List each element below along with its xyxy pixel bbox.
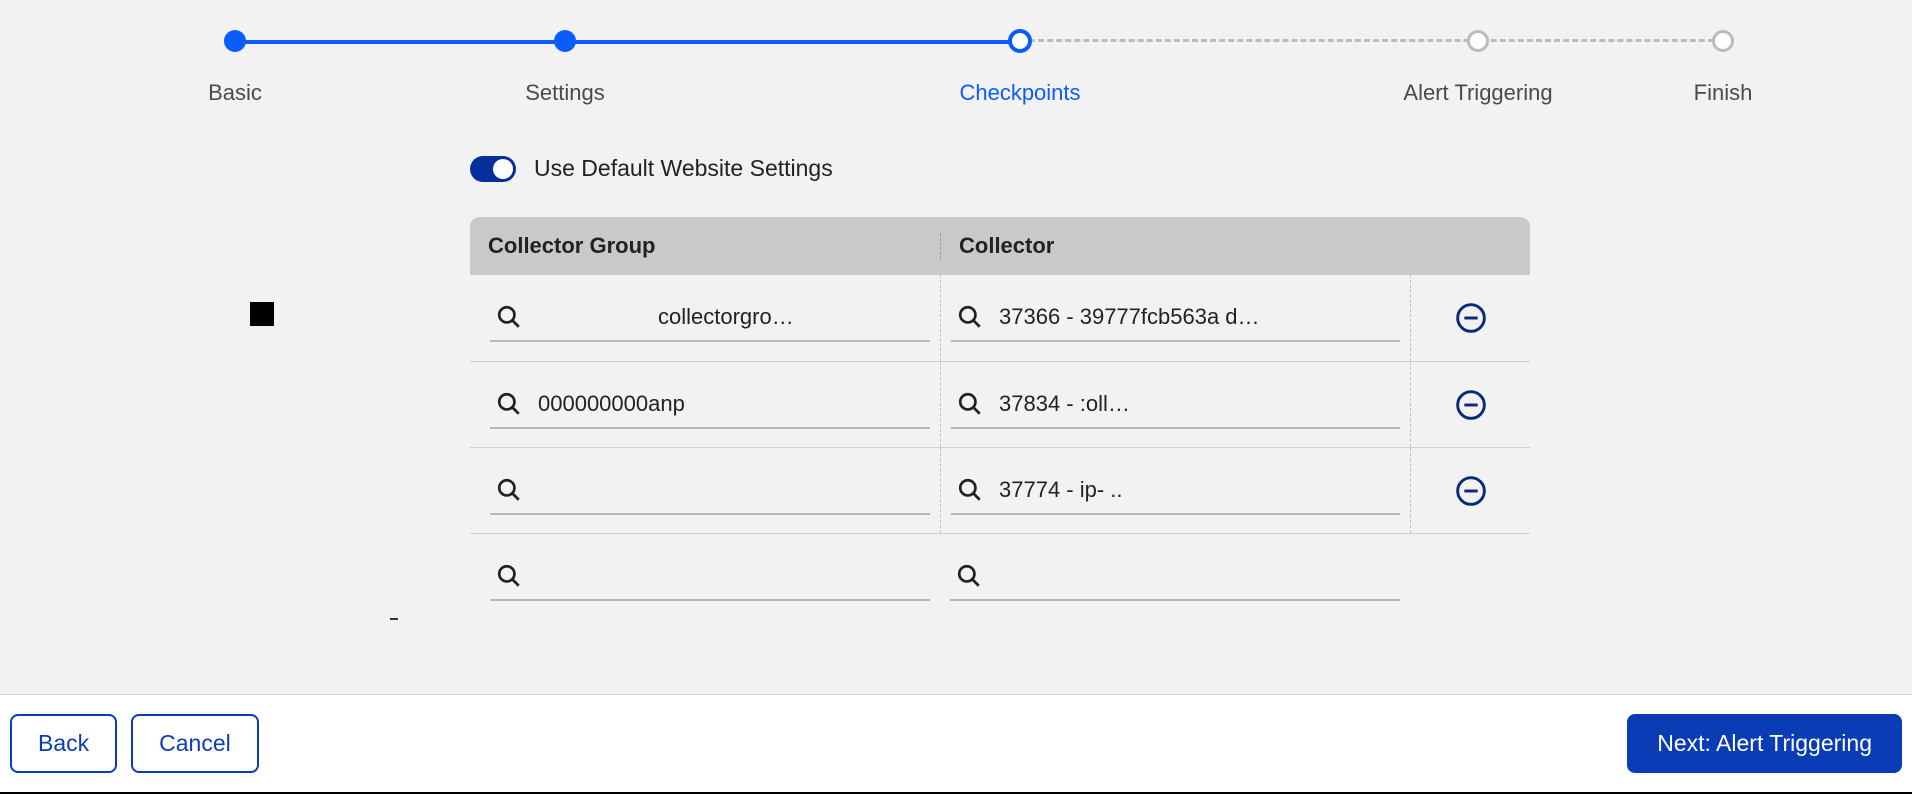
search-icon [496, 391, 522, 417]
step-label-basic: Basic [208, 80, 262, 106]
remove-row-button[interactable] [1455, 475, 1487, 507]
toggle-label: Use Default Website Settings [534, 155, 833, 182]
collector-input[interactable]: 37774 - ip- .. [951, 467, 1400, 515]
toggle-row: Use Default Website Settings [470, 155, 1530, 182]
stepper-labels: Basic Settings Checkpoints Alert Trigger… [0, 80, 1912, 110]
cell-action [1410, 275, 1530, 361]
remove-row-button[interactable] [1455, 389, 1487, 421]
table-row [470, 533, 1530, 619]
header-collector: Collector [940, 233, 1410, 259]
step-label-checkpoints: Checkpoints [959, 80, 1080, 106]
cell-group: 000000000anp [470, 362, 940, 447]
group-input[interactable]: 000000000anp [490, 381, 930, 429]
stepper-line-pending [1020, 39, 1723, 42]
group-value: collectorgro… [538, 304, 924, 330]
collector-value: 37774 - ip- .. [999, 477, 1394, 503]
step-circle-checkpoints[interactable] [1008, 29, 1032, 53]
remove-row-button[interactable] [1455, 302, 1487, 334]
collector-input[interactable]: 37834 - :oll… [951, 381, 1400, 429]
table-row: 000000000anp 37834 - :oll… [470, 361, 1530, 447]
group-input[interactable] [490, 467, 930, 515]
step-label-settings: Settings [525, 80, 605, 106]
cell-action [1410, 448, 1530, 533]
marker-dash [390, 618, 398, 620]
group-input[interactable]: collectorgro… [490, 294, 930, 342]
cell-group [470, 534, 940, 619]
cell-group: collectorgro… [470, 275, 940, 361]
search-icon [957, 477, 983, 503]
header-collector-group: Collector Group [470, 233, 940, 259]
cell-group [470, 448, 940, 533]
step-circle-basic[interactable] [224, 30, 246, 52]
stepper-line-done [235, 40, 1020, 44]
default-settings-toggle[interactable] [470, 156, 516, 182]
collector-input[interactable]: 37366 - 39777fcb563a d… [951, 294, 1400, 342]
collector-value: 37366 - 39777fcb563a d… [999, 304, 1394, 330]
table-row: 37774 - ip- .. [470, 447, 1530, 533]
cell-collector: 37834 - :oll… [940, 362, 1410, 447]
cell-collector: 37774 - ip- .. [940, 448, 1410, 533]
next-button[interactable]: Next: Alert Triggering [1627, 714, 1902, 773]
search-icon [957, 304, 983, 330]
search-icon [496, 563, 522, 589]
stepper-track [0, 30, 1912, 50]
cell-action [1410, 362, 1530, 447]
collector-input[interactable] [950, 553, 1400, 601]
marker-square [250, 302, 274, 326]
group-value: 000000000anp [538, 391, 924, 417]
footer: Back Cancel Next: Alert Triggering [0, 694, 1912, 794]
cell-collector [940, 534, 1410, 619]
step-circle-alert-triggering [1467, 30, 1489, 52]
table-row: collectorgro… 37366 - 39777fcb563a d… [470, 275, 1530, 361]
step-circle-finish [1712, 30, 1734, 52]
group-input[interactable] [490, 553, 930, 601]
search-icon [956, 563, 982, 589]
step-circle-settings[interactable] [554, 30, 576, 52]
cell-collector: 37366 - 39777fcb563a d… [940, 275, 1410, 361]
collector-value: 37834 - :oll… [999, 391, 1394, 417]
content: Use Default Website Settings Collector G… [470, 155, 1530, 619]
table-header: Collector Group Collector [470, 217, 1530, 275]
back-button[interactable]: Back [10, 714, 117, 773]
stepper: Basic Settings Checkpoints Alert Trigger… [0, 0, 1912, 120]
cancel-button[interactable]: Cancel [131, 714, 259, 773]
cell-action [1410, 534, 1530, 619]
search-icon [496, 477, 522, 503]
search-icon [957, 391, 983, 417]
collectors-table: Collector Group Collector collectorgro… [470, 217, 1530, 619]
search-icon [496, 304, 522, 330]
toggle-knob [493, 159, 513, 179]
step-label-alert-triggering: Alert Triggering [1403, 80, 1552, 106]
step-label-finish: Finish [1694, 80, 1753, 106]
